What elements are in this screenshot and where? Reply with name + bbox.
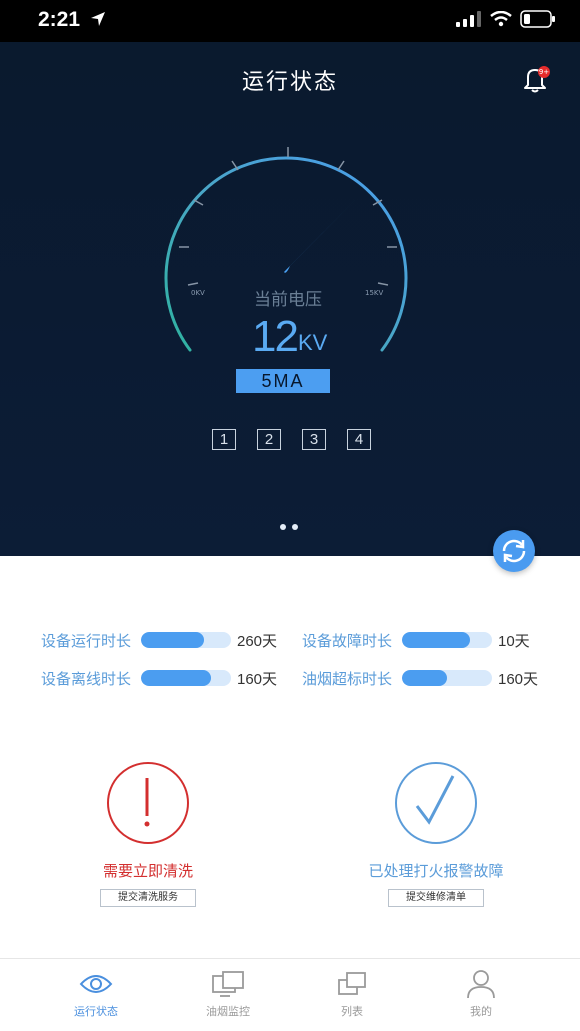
- stat-offline-time: 设备离线时长 160天: [41, 666, 277, 690]
- stat-run-time: 设备运行时长 260天: [41, 628, 277, 652]
- status-time: 2:21: [38, 8, 81, 31]
- stat-smoke-excess-time: 油烟超标时长 160天: [302, 666, 538, 690]
- tab-status[interactable]: 运行状态: [56, 969, 136, 1019]
- signal-icon: [456, 11, 481, 27]
- tab-label: 我的: [470, 1005, 492, 1018]
- stat-bar: [402, 632, 492, 648]
- tab-bar: 运行状态 油烟监控 列表 我的: [0, 958, 580, 1031]
- wifi-icon: [490, 11, 512, 27]
- gauge-ticks: [179, 147, 397, 286]
- person-icon: [467, 970, 495, 999]
- fault-alert: 已处理打火报警故障 提交维修清单: [336, 762, 536, 907]
- status-indicators: [456, 10, 556, 28]
- voltage-unit: KV: [298, 330, 328, 355]
- stat-label: 油烟超标时长: [302, 669, 393, 688]
- stat-bar: [141, 670, 231, 686]
- tab-label: 运行状态: [74, 1005, 118, 1018]
- battery-icon: [520, 10, 555, 28]
- status-bar: 2:21: [0, 0, 580, 42]
- tab-list[interactable]: 列表: [312, 969, 392, 1019]
- carousel-dots: [280, 524, 298, 530]
- current-badge: 5MA: [236, 369, 330, 393]
- tab-smoke-monitor[interactable]: 油烟监控: [188, 969, 268, 1019]
- page-title: 运行状态: [241, 70, 338, 95]
- tab-label: 列表: [341, 1005, 363, 1018]
- stat-fill: [141, 632, 204, 648]
- stat-bar: [141, 632, 231, 648]
- voltage-value: 12: [252, 312, 299, 361]
- device-pager: 1 2 3 4: [212, 429, 371, 450]
- device-page-1[interactable]: 1: [212, 429, 236, 450]
- location-arrow-icon: [91, 12, 105, 26]
- refresh-button[interactable]: [493, 530, 535, 572]
- device-page-4[interactable]: 4: [347, 429, 371, 450]
- stat-value: 160天: [237, 670, 278, 688]
- submit-repair-button[interactable]: 提交维修清单: [388, 889, 484, 907]
- stat-fill: [141, 670, 212, 686]
- stat-fault-time: 设备故障时长 10天: [302, 628, 530, 652]
- stat-label: 设备离线时长: [41, 669, 132, 688]
- submit-cleaning-button[interactable]: 提交清洗服务: [100, 889, 196, 907]
- refresh-icon: [502, 539, 526, 563]
- stat-label: 设备故障时长: [302, 631, 393, 650]
- screen: 2:21 运行状态 9+ 0KV 15KV 当前电压 12 KV 5MA 1 2…: [0, 0, 580, 1031]
- gauge-needle: [284, 197, 358, 273]
- stat-bar: [402, 670, 492, 686]
- list-icon: [338, 972, 366, 995]
- stat-fill: [402, 632, 470, 648]
- warning-icon: [107, 762, 189, 844]
- stat-fill: [402, 670, 447, 686]
- notification-badge: 9+: [538, 66, 550, 78]
- dashboard-panel: 运行状态 9+ 0KV 15KV 当前电压 12 KV 5MA 1 2 3 4: [0, 42, 580, 556]
- device-page-2[interactable]: 2: [257, 429, 281, 450]
- check-icon: [395, 762, 477, 844]
- device-page-3[interactable]: 3: [302, 429, 326, 450]
- eye-icon: [79, 975, 113, 993]
- carousel-dot[interactable]: [280, 524, 286, 530]
- monitor-icon: [212, 971, 244, 997]
- tab-label: 油烟监控: [206, 1005, 250, 1018]
- alert-text: 需要立即清洗: [102, 862, 193, 880]
- cleaning-alert: 需要立即清洗 提交清洗服务: [48, 762, 248, 907]
- stat-value: 260天: [237, 632, 278, 650]
- stat-value: 10天: [498, 632, 530, 650]
- alert-text: 已处理打火报警故障: [368, 862, 504, 880]
- carousel-dot[interactable]: [292, 524, 298, 530]
- gauge-label: 当前电压: [254, 290, 322, 310]
- tab-profile[interactable]: 我的: [441, 969, 521, 1019]
- stat-value: 160天: [498, 670, 539, 688]
- stat-label: 设备运行时长: [41, 631, 132, 650]
